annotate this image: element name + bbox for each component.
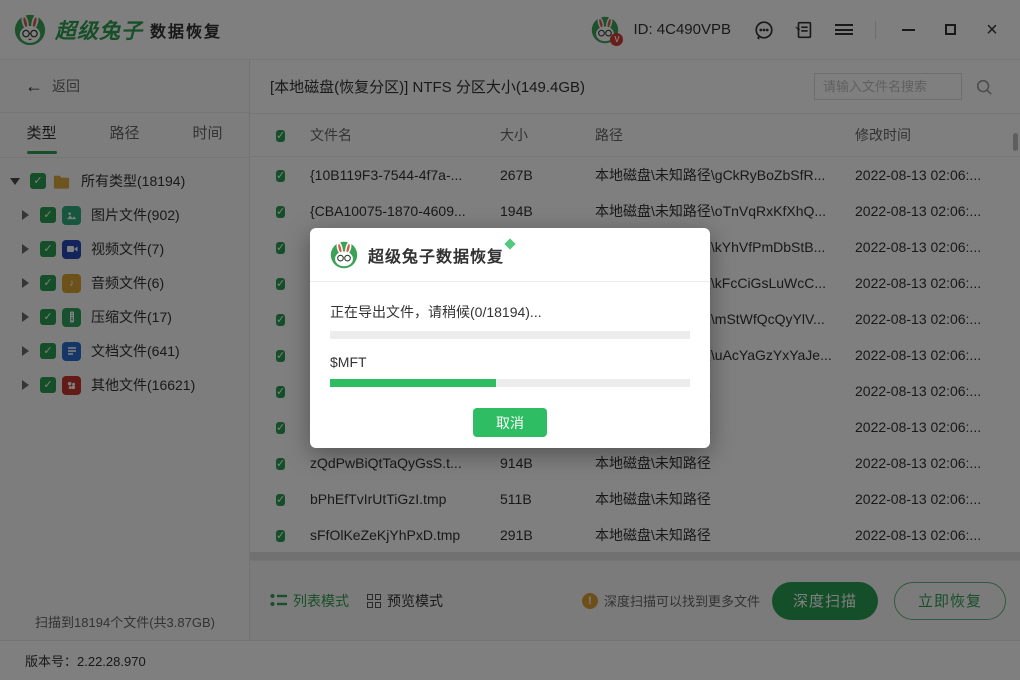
export-progress-dialog: 超级兔子数据恢复 正在导出文件，请稍候(0/18194)... $MFT 取消: [310, 228, 710, 448]
dialog-title: 超级兔子数据恢复: [368, 243, 504, 267]
current-file-label: $MFT: [330, 354, 690, 370]
file-progress-fill: [330, 379, 496, 387]
app-window: 超级兔子 数据恢复 V ID: 4C490VPB: [0, 0, 1020, 680]
dialog-header: 超级兔子数据恢复: [310, 228, 710, 282]
overall-progress-bar: [330, 331, 690, 339]
file-progress-bar: [330, 379, 690, 387]
diamond-decoration: [504, 238, 515, 249]
export-status-text: 正在导出文件，请稍候(0/18194)...: [330, 302, 690, 322]
cancel-button[interactable]: 取消: [473, 408, 547, 437]
dialog-rabbit-logo-icon: [330, 241, 358, 269]
dialog-body: 正在导出文件，请稍候(0/18194)... $MFT 取消: [310, 282, 710, 437]
